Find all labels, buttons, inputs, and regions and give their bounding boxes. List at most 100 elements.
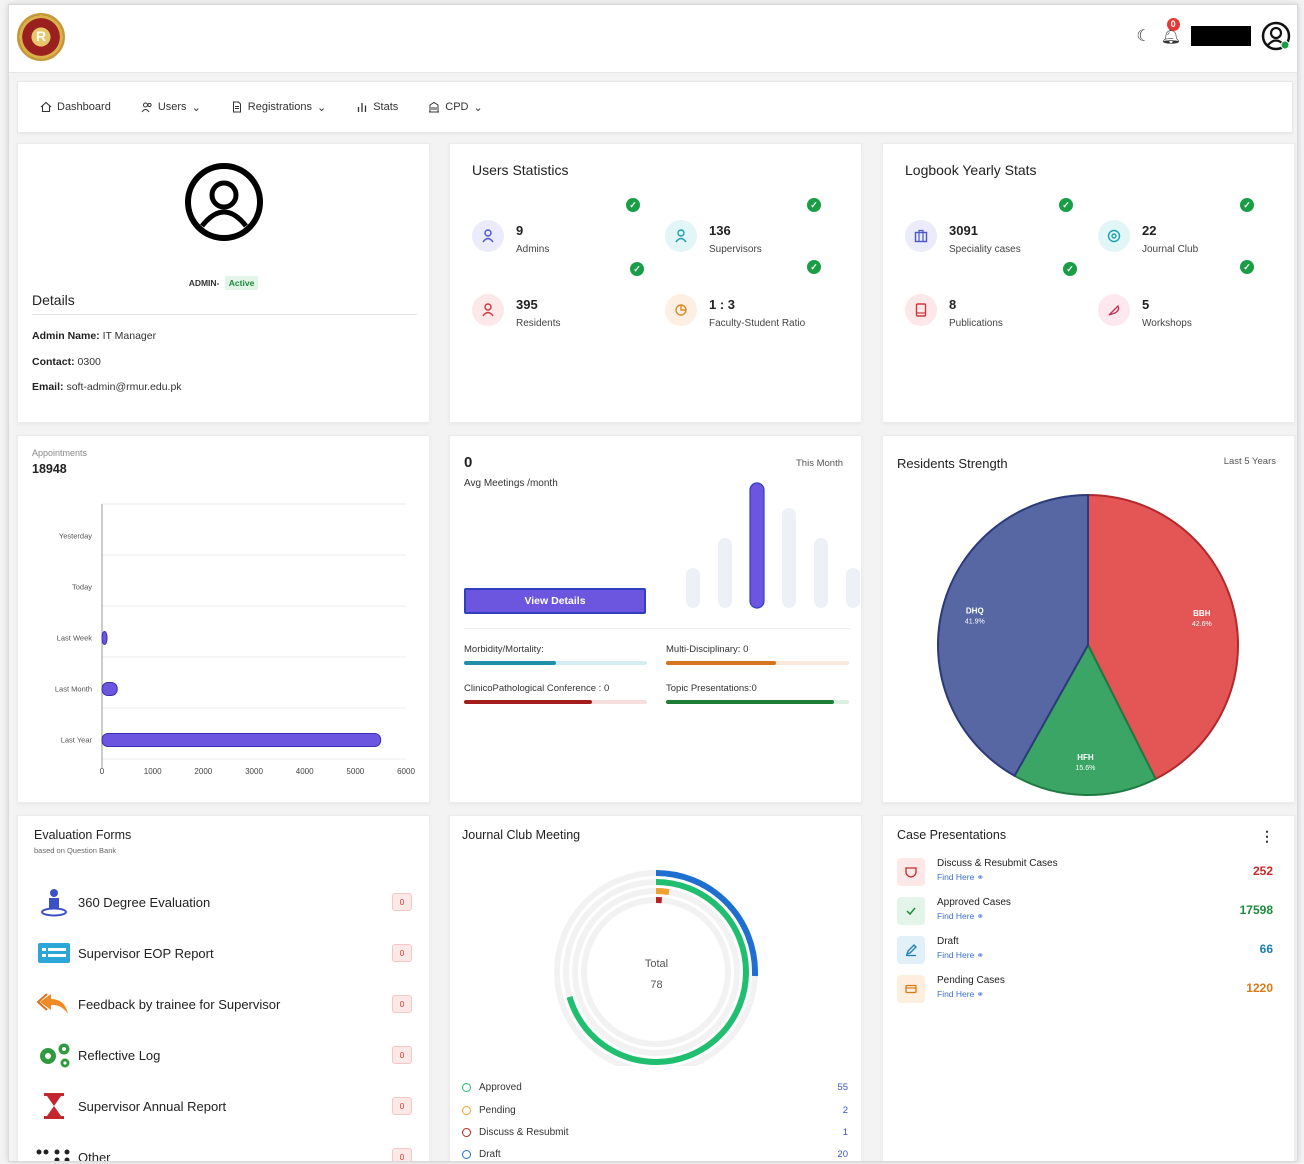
find-here-link[interactable]: Find Here ⚭ [937,911,984,922]
notification-badge: 0 [1166,18,1180,31]
evaluation-item-count: 0 [392,1046,412,1064]
stat-supervisors-label: Supervisors [709,244,762,255]
evaluation-item[interactable]: Feedback by trainee for Supervisor 0 [34,986,412,1022]
evaluation-item[interactable]: Other 0 [34,1139,412,1162]
x-tick-label: 4000 [296,767,314,776]
stat-supervisors: 136 Supervisors [665,220,762,255]
meeting-bar [718,538,732,608]
check-icon: ✓ [807,260,821,274]
bar [101,682,118,696]
appointments-title: Appointments [32,448,88,458]
case-item: Discuss & Resubmit Cases Find Here ⚭ 252 [897,856,1273,892]
evaluation-item[interactable]: Supervisor Annual Report 0 [34,1088,412,1124]
hourglass-icon [34,1092,74,1120]
user-icon [472,220,504,252]
nav-users-label: Users [157,101,187,113]
nav-users[interactable]: Users ⌄ [141,101,201,114]
appointments-total: 18948 [32,462,67,476]
nav-cpd[interactable]: CPD ⌄ [428,101,483,114]
email-label: Email: [32,381,64,393]
check-icon: ✓ [630,262,644,276]
find-here-link[interactable]: Find Here ⚭ [937,989,984,1000]
circle-icon [462,1083,471,1092]
circle-icon [462,1106,471,1115]
link-icon: ⚭ [976,989,984,999]
legend-value: 55 [837,1082,848,1093]
evaluation-item[interactable]: Reflective Log 0 [34,1037,412,1073]
x-tick-label: 6000 [397,767,415,776]
meeting-bar [846,568,860,608]
y-tick-label: Yesterday [59,532,92,541]
find-here-label: Find Here [937,950,975,960]
building-icon [429,101,440,113]
evaluation-item-label: 360 Degree Evaluation [78,894,211,910]
link-icon: ⚭ [976,950,984,960]
progress-track [464,700,647,704]
meetings-label: Avg Meetings /month [464,478,558,489]
evaluation-item[interactable]: Supervisor EOP Report 0 [34,935,412,971]
meeting-bar [782,508,796,608]
residents-period: Last 5 Years [1223,456,1276,467]
cases-title: Case Presentations [897,828,1007,842]
view-details-button[interactable]: View Details [464,588,646,614]
status-badge: Active [224,276,259,290]
x-tick-label: 3000 [245,767,263,776]
nav-dashboard[interactable]: Dashboard [40,101,111,113]
stat-residents: 395 Residents [472,294,560,329]
stat-admins: 9 Admins [472,220,549,255]
stat-speciality-cases: 3091 Speciality cases [905,220,1021,255]
circle-icon [462,1128,471,1137]
find-here-label: Find Here [937,989,975,999]
legend-draft: Draft 20 [462,1149,848,1160]
check-icon: ✓ [1240,260,1254,274]
more-options-icon[interactable]: ⋮ [1260,828,1274,845]
bell-icon[interactable]: 🔔︎ 0 [1161,18,1181,46]
evaluation-item[interactable]: 360 Degree Evaluation 0 [34,884,412,920]
check-icon: ✓ [1063,262,1077,276]
shield-icon [897,858,925,886]
progress-label: ClinicoPathological Conference : 0 [464,683,610,694]
admin-name-row: Admin Name: IT Manager [32,330,156,342]
stat-workshops: 5 Workshops [1098,294,1192,329]
y-tick-label: Last Week [57,634,93,643]
legend-discuss-resubmit: Discuss & Resubmit 1 [462,1127,848,1138]
meetings-divider [464,628,850,629]
x-tick-label: 2000 [194,767,212,776]
users-statistics-card: Users Statistics ✓ ✓ ✓ ✓ 9 Admins 136 Supe… [449,143,862,423]
institution-logo[interactable]: R [17,13,65,61]
residents-strength-title: Residents Strength [897,456,1008,471]
check-icon: ✓ [626,198,640,212]
x-tick-label: 1000 [144,767,162,776]
stats-icon [358,103,367,112]
check-icon: ✓ [807,198,821,212]
chevron-down-icon: ⌄ [316,101,327,114]
nav-stats[interactable]: Stats [356,101,398,113]
residents-strength-card: Residents Strength Last 5 Years BBH 42.6%… [882,435,1295,803]
user-avatar-icon[interactable] [1261,21,1291,51]
profile-card: ADMIN- Active Details Admin Name: IT Man… [17,143,430,423]
stat-journal-label: Journal Club [1142,244,1199,255]
gears-icon [34,1041,74,1069]
case-value: 66 [1259,942,1273,956]
progress-track [666,661,849,665]
evaluation-item-count: 0 [392,1148,412,1161]
email-row: Email: soft-admin@rmur.edu.pk [32,381,182,393]
evaluation-item-label: Other [78,1149,111,1162]
case-label: Approved Cases [937,897,1011,908]
nav-stats-label: Stats [373,101,399,113]
stat-publications: 8 Publications [905,294,1003,329]
nav-registrations[interactable]: Registrations ⌄ [231,101,326,114]
evaluation-item-count: 0 [392,893,412,911]
link-icon: ⚭ [976,911,984,921]
person-podium-icon [34,887,74,917]
role-label: ADMIN- [188,278,220,288]
users-icon [141,102,152,113]
find-here-link[interactable]: Find Here ⚭ [937,950,984,961]
main-nav: Dashboard Users ⌄ Registrations ⌄ Stats … [17,81,1293,133]
moon-icon[interactable]: ☾ [1136,26,1150,46]
journal-title: Journal Club Meeting [462,828,581,842]
evaluation-forms-card: Evaluation Forms based on Question Bank … [17,815,430,1162]
find-here-link[interactable]: Find Here ⚭ [937,872,984,883]
progress-track [666,700,849,704]
pie-slice-percent: 42.6% [1192,621,1212,628]
